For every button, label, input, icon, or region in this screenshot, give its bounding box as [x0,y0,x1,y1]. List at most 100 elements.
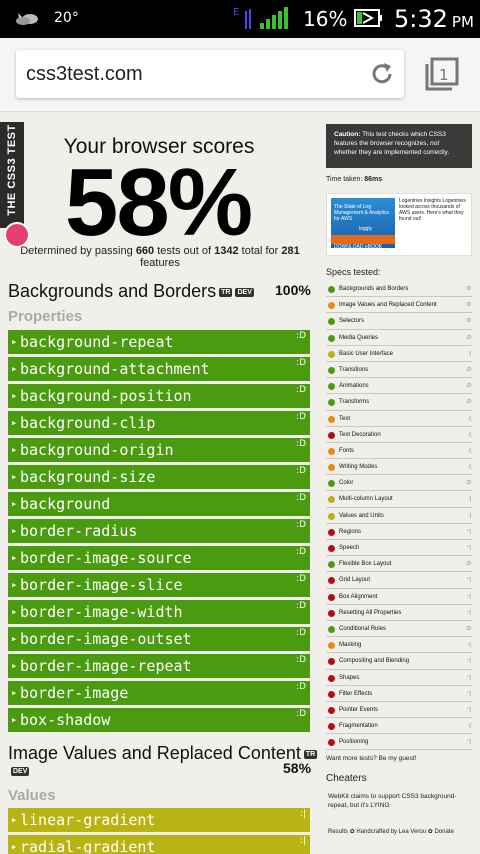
spec-item[interactable]: Backgrounds and Borders:D [326,281,472,298]
spec-item[interactable]: Text:( [326,411,472,427]
ad-text[interactable]: Logentries Insights Logentries looked ac… [399,198,469,222]
property-row[interactable]: ▶ border-image-width:D [8,600,310,624]
url-text[interactable]: css3test.com [26,63,143,86]
expand-arrow-icon[interactable]: ▶ [12,519,16,543]
spec-item[interactable]: Media Queries:D [326,330,472,346]
spec-item[interactable]: Multi-column Layout:| [326,491,472,508]
spec-item[interactable]: Selectors:D [326,313,472,330]
expand-arrow-icon[interactable]: ▶ [12,465,16,489]
expand-arrow-icon[interactable]: ▶ [12,627,16,651]
spec-item[interactable]: Transforms:D [326,394,472,411]
expand-arrow-icon[interactable]: ▶ [12,438,16,462]
spec-name[interactable]: Pointer Events [339,707,378,713]
spec-item[interactable]: Shapes:'( [326,670,472,686]
spec-name[interactable]: Masking [339,642,361,648]
spec-item[interactable]: Filter Effects:'( [326,686,472,702]
spec-item[interactable]: Fonts:( [326,443,472,460]
property-row[interactable]: ▶ background-position:D [8,384,310,408]
spec-item[interactable]: Masking:( [326,637,472,654]
spec-name[interactable]: Image Values and Replaced Content [339,302,437,308]
expand-arrow-icon[interactable]: ▶ [12,411,16,435]
spec-item[interactable]: Grid Layout:'( [326,572,472,589]
spec-name[interactable]: Flexible Box Layout [339,561,391,567]
spec-name[interactable]: Text [339,416,350,422]
spec-name[interactable]: Box Alignment [339,594,377,600]
spec-name[interactable]: Media Queries [339,335,378,341]
property-row[interactable]: ▶ background-clip:D [8,411,310,435]
spec-name[interactable]: Filter Effects [339,691,372,697]
spec-name[interactable]: Selectors [339,318,364,324]
spec-name[interactable]: Conditional Rules [339,626,386,632]
spec-name[interactable]: Compositing and Blending [339,658,409,664]
spec-item[interactable]: Box Alignment:'( [326,589,472,605]
spec-name[interactable]: Color [339,480,353,486]
spec-item[interactable]: Pointer Events:'( [326,702,472,719]
address-bar[interactable]: css3test.com [16,50,404,98]
spec-name[interactable]: Fonts [339,448,354,454]
spec-item[interactable]: Transitions:D [326,362,472,379]
tr-tag[interactable]: TR [303,749,318,759]
dev-tag[interactable]: DEV [235,287,254,297]
tr-tag[interactable]: TR [219,287,233,297]
spec-name[interactable]: Values and Units [339,513,384,519]
expand-arrow-icon[interactable]: ▶ [12,492,16,516]
expand-arrow-icon[interactable]: ▶ [12,808,16,832]
spec-name[interactable]: Transitions [339,367,368,373]
spec-name[interactable]: Transforms [339,399,369,405]
spec-name[interactable]: Text Decoration [339,432,381,438]
property-row[interactable]: ▶ linear-gradient:| [8,808,310,832]
advertisement[interactable]: The State of Log Management & Analytics … [326,193,472,256]
spec-name[interactable]: Basic User Interface [339,351,393,357]
spec-name[interactable]: Regions [339,529,361,535]
spec-item[interactable]: Color:D [326,475,472,492]
css3-test-ribbon[interactable]: THE CSS3 TEST [0,122,24,228]
spec-name[interactable]: Multi-column Layout [339,496,393,502]
dev-tag[interactable]: DEV [11,767,30,776]
reload-icon[interactable] [368,60,396,88]
expand-arrow-icon[interactable]: ▶ [12,835,16,854]
property-row[interactable]: ▶ border-image-outset:D [8,627,310,651]
spec-name[interactable]: Fragmentation [339,723,378,729]
section-title-image-values[interactable]: Image Values and Replaced Content TR [8,743,318,764]
property-row[interactable]: ▶ border-image-repeat:D [8,654,310,678]
expand-arrow-icon[interactable]: ▶ [12,654,16,678]
expand-arrow-icon[interactable]: ▶ [12,708,16,732]
property-row[interactable]: ▶ border-image-slice:D [8,573,310,597]
property-row[interactable]: ▶ box-shadow:D [8,708,310,732]
property-row[interactable]: ▶ background-attachment:D [8,357,310,381]
ad-image[interactable]: The State of Log Management & Analytics … [331,198,395,250]
property-row[interactable]: ▶ radial-gradient:| [8,835,310,854]
expand-arrow-icon[interactable]: ▶ [12,681,16,705]
expand-arrow-icon[interactable]: ▶ [12,330,16,354]
spec-name[interactable]: Resetting All Properties [339,610,401,616]
expand-arrow-icon[interactable]: ▶ [12,546,16,570]
spec-item[interactable]: Text Decoration:( [326,427,472,443]
property-row[interactable]: ▶ background-size:D [8,465,310,489]
property-row[interactable]: ▶ border-image:D [8,681,310,705]
tabs-icon[interactable]: 1 [424,56,460,92]
property-row[interactable]: ▶ background-origin:D [8,438,310,462]
spec-name[interactable]: Writing Modes [339,464,377,470]
section-title-backgrounds[interactable]: Backgrounds and Borders TR DEV [8,281,254,302]
expand-arrow-icon[interactable]: ▶ [12,384,16,408]
spec-name[interactable]: Animations [339,383,369,389]
property-row[interactable]: ▶ background:D [8,492,310,516]
spec-name[interactable]: Positioning [339,739,368,745]
property-row[interactable]: ▶ border-image-source:D [8,546,310,570]
spec-name[interactable]: Shapes [339,675,359,681]
footer-links[interactable]: Results ✿ Handcrafted by Lea Verou ✿ Don… [328,828,454,835]
spec-name[interactable]: Backgrounds and Borders [339,286,408,292]
be-my-guest-link[interactable]: Be my guest! [379,755,417,762]
spec-item[interactable]: Speech:'( [326,540,472,557]
spec-item[interactable]: Regions:'( [326,524,472,540]
spec-item[interactable]: Conditional Rules:D [326,621,472,638]
expand-arrow-icon[interactable]: ▶ [12,357,16,381]
spec-item[interactable]: Positioning:'( [326,734,472,751]
spec-item[interactable]: Animations:D [326,378,472,395]
spec-item[interactable]: Fragmentation:( [326,718,472,735]
spec-item[interactable]: Writing Modes:( [326,459,472,476]
spec-item[interactable]: Image Values and Replaced Content:D [326,297,472,314]
spec-item[interactable]: Compositing and Blending:'( [326,653,472,670]
expand-arrow-icon[interactable]: ▶ [12,600,16,624]
spec-item[interactable]: Values and Units:| [326,508,472,524]
